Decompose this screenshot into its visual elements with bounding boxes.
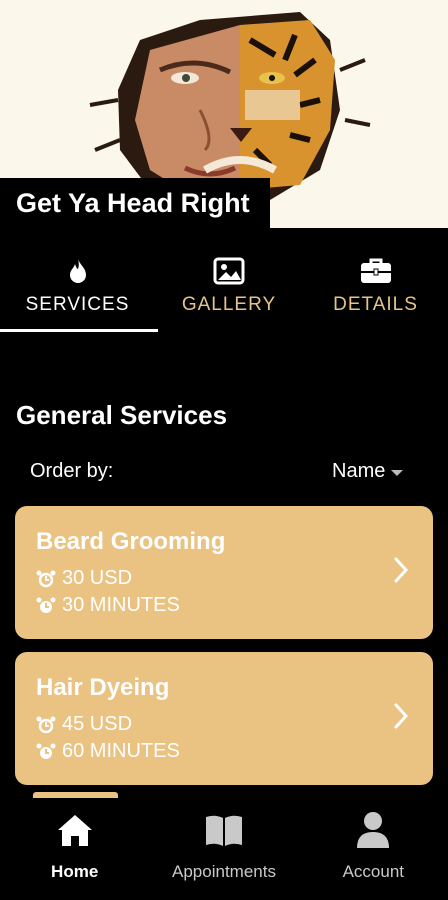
tab-details[interactable]: DETAILS xyxy=(303,228,448,333)
flame-icon xyxy=(68,256,88,286)
service-price-row: 30 USD xyxy=(36,567,132,590)
service-duration: 60 MINUTES xyxy=(62,740,180,762)
service-card[interactable]: Hair Dyeing 45 USD 60 MINUTES xyxy=(15,652,433,785)
service-duration: 30 MINUTES xyxy=(62,594,180,616)
chevron-down-icon xyxy=(391,469,404,476)
nav-appointments[interactable]: Appointments xyxy=(149,798,298,900)
nav-account-label: Account xyxy=(342,862,405,881)
chevron-right-icon xyxy=(394,703,409,729)
briefcase-icon xyxy=(360,256,392,286)
service-price-row: 45 USD xyxy=(36,713,132,736)
tab-details-label: DETAILS xyxy=(333,294,418,315)
alarm-clock-icon xyxy=(36,570,56,587)
nav-account[interactable]: Account xyxy=(299,798,448,900)
tab-gallery[interactable]: GALLERY xyxy=(155,228,303,333)
service-card[interactable]: Beard Grooming 30 USD 30 MINUTES xyxy=(15,506,433,639)
hero-image: Get Ya Head Right xyxy=(0,0,448,228)
active-tab-indicator xyxy=(0,329,158,332)
chevron-right-icon xyxy=(394,557,409,583)
service-name: Hair Dyeing xyxy=(36,674,170,701)
home-icon xyxy=(55,810,95,850)
nav-appointments-label: Appointments xyxy=(172,862,276,881)
tab-services-label: SERVICES xyxy=(25,294,130,315)
user-icon xyxy=(355,810,391,850)
tab-services[interactable]: SERVICES xyxy=(0,228,155,333)
tab-bar: SERVICES GALLERY DETAILS xyxy=(0,228,448,333)
service-price: 30 USD xyxy=(62,567,133,589)
order-by-value: Name xyxy=(332,460,386,482)
order-by-select[interactable]: Name xyxy=(332,460,404,483)
service-price: 45 USD xyxy=(62,713,133,735)
alarm-clock-icon xyxy=(36,597,56,613)
nav-home-label: Home xyxy=(51,862,99,881)
brand-title: Get Ya Head Right xyxy=(0,178,270,228)
section-title: General Services xyxy=(16,400,228,430)
nav-home[interactable]: Home xyxy=(0,798,149,900)
tab-gallery-label: GALLERY xyxy=(181,294,277,315)
service-name: Beard Grooming xyxy=(36,528,226,555)
bottom-nav: Home Appointments Account xyxy=(0,798,448,900)
alarm-clock-icon xyxy=(36,743,56,759)
alarm-clock-icon xyxy=(36,716,56,733)
image-icon xyxy=(213,256,245,286)
service-duration-row: 60 MINUTES xyxy=(36,740,180,763)
order-by-label: Order by: xyxy=(30,460,114,482)
service-duration-row: 30 MINUTES xyxy=(36,594,180,617)
book-icon xyxy=(204,810,244,850)
